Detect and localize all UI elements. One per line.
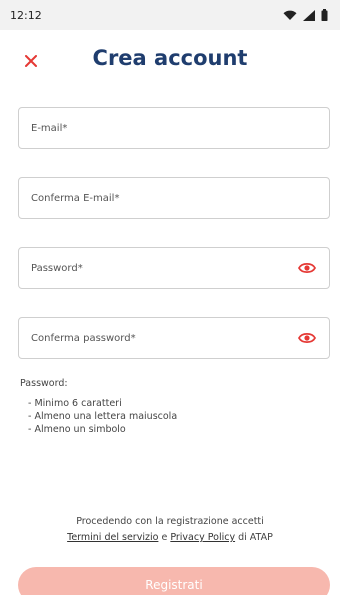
status-bar: 12:12 <box>0 0 340 30</box>
terms-suffix: di ATAP <box>238 532 273 543</box>
privacy-policy-link[interactable]: Privacy Policy <box>170 532 235 543</box>
status-time: 12:12 <box>10 8 42 22</box>
header: Crea account <box>0 42 340 82</box>
email-input[interactable] <box>31 122 317 134</box>
password-visibility-toggle[interactable] <box>297 258 317 278</box>
terms-conjunction: e <box>161 532 168 543</box>
battery-icon <box>321 9 328 21</box>
email-field[interactable] <box>18 107 330 149</box>
password-input[interactable] <box>31 262 297 274</box>
signal-icon <box>303 9 315 21</box>
confirm-email-input[interactable] <box>31 192 317 204</box>
terms-line1: Procedendo con la registrazione accetti <box>76 516 264 527</box>
register-button[interactable]: Registrati <box>18 567 330 595</box>
confirm-email-field[interactable] <box>18 177 330 219</box>
password-rules: Password: Minimo 6 caratteri Almeno una … <box>20 378 177 436</box>
confirm-password-visibility-toggle[interactable] <box>297 328 317 348</box>
password-rules-title: Password: <box>20 378 68 389</box>
terms-of-service-link[interactable]: Termini del servizio <box>67 532 158 543</box>
status-icons <box>283 9 328 21</box>
eye-icon <box>297 259 317 278</box>
confirm-password-input[interactable] <box>31 332 297 344</box>
wifi-icon <box>283 10 297 21</box>
terms-line2: Termini del servizio e Privacy Policy di… <box>0 530 340 546</box>
password-rule: Minimo 6 caratteri <box>28 397 177 410</box>
password-rule: Almeno una lettera maiuscola <box>28 410 177 423</box>
eye-icon <box>297 329 317 348</box>
page-title: Crea account <box>92 46 248 70</box>
password-rule: Almeno un simbolo <box>28 423 177 436</box>
confirm-password-field[interactable] <box>18 317 330 359</box>
password-field[interactable] <box>18 247 330 289</box>
terms-notice: Procedendo con la registrazione accetti … <box>0 514 340 546</box>
password-rules-list: Minimo 6 caratteri Almeno una lettera ma… <box>20 397 177 436</box>
